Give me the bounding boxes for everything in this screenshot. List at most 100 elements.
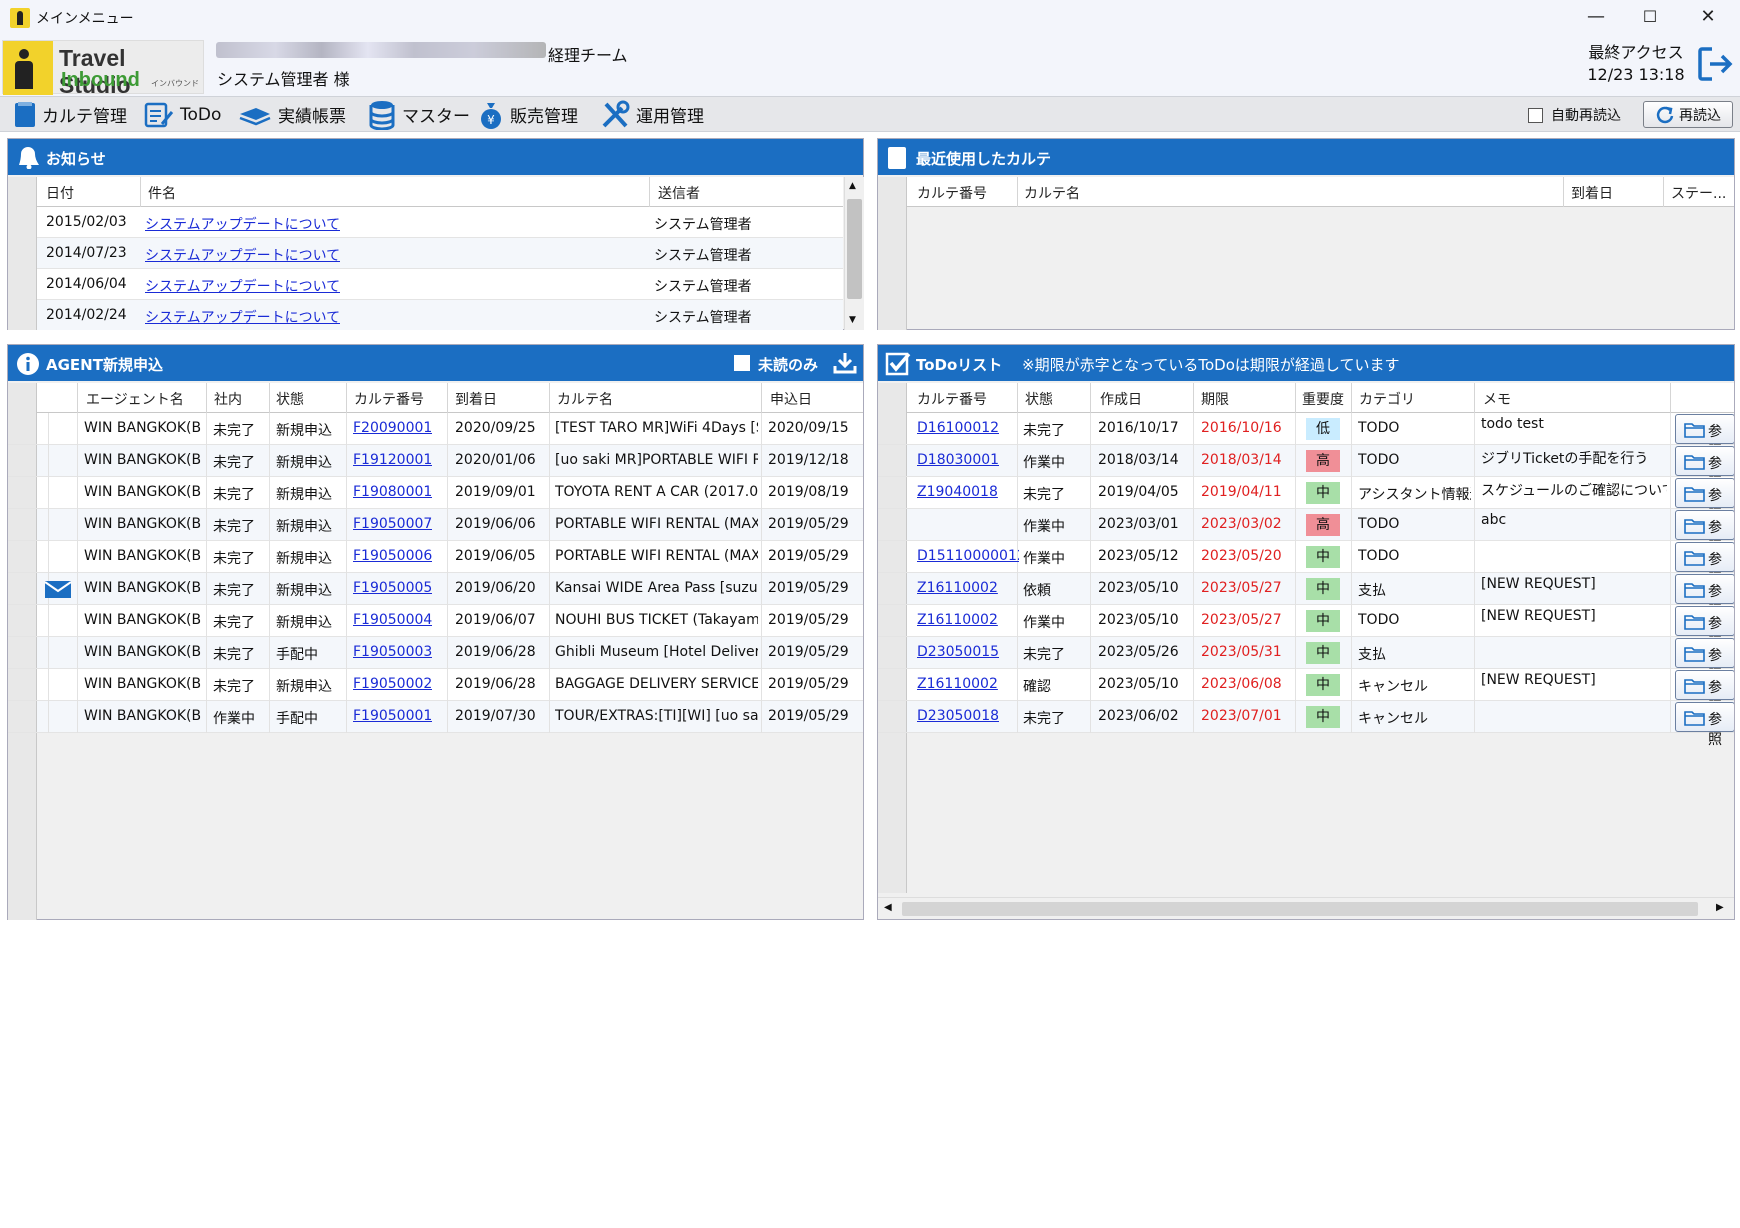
col-karte-name[interactable]: カルテ名 (557, 389, 613, 409)
row-header[interactable] (878, 413, 907, 444)
col-karte-no[interactable]: カルテ番号 (354, 389, 424, 409)
row-header[interactable] (878, 701, 907, 732)
todo-horizontal-scrollbar[interactable]: ◀ ▶ (878, 897, 1734, 919)
notice-row[interactable]: 2015/02/03 システムアップデートについて システム管理者 (8, 207, 843, 238)
row-header[interactable] (878, 637, 907, 668)
minimize-button[interactable]: — (1568, 0, 1624, 34)
reference-button[interactable]: 参照 (1675, 670, 1734, 716)
scroll-up-icon[interactable]: ▲ (849, 181, 856, 191)
auto-reload-box[interactable] (1528, 107, 1543, 123)
h-scroll-thumb[interactable] (902, 902, 1698, 916)
row-header[interactable] (8, 477, 37, 508)
karte-no-link[interactable]: F19080001 (353, 484, 432, 500)
todo-row[interactable]: D18030001 作業中 2018/03/14 2018/03/14 高 TODO ジブリ… (878, 445, 1734, 492)
reference-button[interactable]: 参照 (1675, 542, 1734, 588)
col-subject[interactable]: 件名 (148, 183, 176, 203)
reference-button[interactable]: 参照 (1675, 446, 1734, 492)
notice-row[interactable]: 2014/07/23 システムアップデートについて システム管理者 (8, 238, 843, 269)
col-karte-name[interactable]: カルテ名 (1024, 183, 1080, 203)
todo-karte-link[interactable]: D23050018 (917, 708, 999, 724)
todo-karte-link[interactable]: Z16110002 (917, 612, 998, 628)
col-priority[interactable]: 重要度 (1302, 389, 1344, 409)
col-due[interactable]: 期限 (1201, 389, 1229, 409)
reference-button[interactable]: 参照 (1675, 574, 1734, 620)
agent-row[interactable]: WIN BANGKOK(B 未完了 新規申込 F19050006 2019/06/05 P… (8, 541, 863, 573)
todo-karte-link[interactable]: Z16110002 (917, 676, 998, 692)
col-karte-no[interactable]: カルテ番号 (917, 183, 987, 203)
agent-row[interactable]: WIN BANGKOK(B 作業中 手配中 F19050001 2019/07/30 TO… (8, 701, 863, 733)
scroll-down-icon[interactable]: ▼ (849, 315, 856, 325)
notice-subject-link[interactable]: システムアップデートについて (145, 307, 340, 327)
row-header[interactable] (878, 573, 907, 604)
agent-row[interactable]: WIN BANGKOK(B 未完了 新規申込 F19050002 2019/06/28 B… (8, 669, 863, 701)
agent-row[interactable]: WIN BANGKOK(B 未完了 新規申込 F20090001 2020/09/25 [… (8, 413, 863, 445)
col-agent-name[interactable]: エージェント名 (86, 389, 184, 409)
row-header[interactable] (8, 541, 37, 572)
row-header[interactable] (878, 605, 907, 636)
agent-row[interactable]: WIN BANGKOK(B 未完了 新規申込 F19080001 2019/09/01 T… (8, 477, 863, 509)
agent-row[interactable]: WIN BANGKOK(B 未完了 新規申込 F19050004 2019/06/07 N… (8, 605, 863, 637)
todo-row[interactable]: D15110000012 作業中 2023/05/12 2023/05/20 中 TODO… (878, 541, 1734, 588)
agent-row[interactable]: WIN BANGKOK(B 未完了 新規申込 F19050005 2019/06/20 K… (8, 573, 863, 605)
row-header[interactable] (8, 269, 37, 300)
row-header[interactable] (8, 605, 37, 636)
reference-button[interactable]: 参照 (1675, 606, 1734, 652)
select-all-corner[interactable] (878, 383, 907, 413)
notice-scrollbar[interactable]: ▲ ▼ (844, 177, 864, 330)
row-header[interactable] (878, 669, 907, 700)
reference-button[interactable]: 参照 (1675, 638, 1734, 684)
karte-no-link[interactable]: F19050005 (353, 580, 432, 596)
reference-button[interactable]: 参照 (1675, 510, 1734, 556)
scroll-left-icon[interactable]: ◀ (884, 902, 892, 913)
karte-no-link[interactable]: F19120001 (353, 452, 432, 468)
karte-no-link[interactable]: F19050003 (353, 644, 432, 660)
col-memo[interactable]: メモ (1483, 389, 1511, 409)
row-header[interactable] (8, 509, 37, 540)
row-header[interactable] (878, 509, 907, 540)
close-button[interactable]: ✕ (1680, 0, 1736, 34)
col-applied[interactable]: 申込日 (770, 389, 812, 409)
menu-operations[interactable]: 運用管理 (600, 97, 704, 132)
menu-reports[interactable]: 実績帳票 (238, 97, 346, 132)
notice-subject-link[interactable]: システムアップデートについて (145, 214, 340, 234)
row-header[interactable] (8, 445, 37, 476)
col-category[interactable]: カテゴリ (1359, 389, 1415, 409)
karte-no-link[interactable]: F19050002 (353, 676, 432, 692)
todo-row[interactable]: D23050015 未完了 2023/05/26 2023/05/31 中 支払 参照 (878, 637, 1734, 684)
todo-row[interactable]: Z16110002 依頼 2023/05/10 2023/05/27 中 支払 [NEW R… (878, 573, 1734, 620)
col-created[interactable]: 作成日 (1100, 389, 1142, 409)
maximize-button[interactable]: ☐ (1622, 0, 1678, 34)
reference-button[interactable]: 参照 (1675, 478, 1734, 524)
scroll-right-icon[interactable]: ▶ (1716, 902, 1724, 913)
row-header[interactable] (8, 413, 37, 444)
reload-button[interactable]: 再読込 (1643, 101, 1733, 128)
todo-karte-link[interactable]: D16100012 (917, 420, 999, 436)
col-sender[interactable]: 送信者 (658, 183, 700, 203)
row-header[interactable] (8, 300, 37, 330)
row-header[interactable] (878, 445, 907, 476)
notice-row[interactable]: 2014/02/24 システムアップデートについて システム管理者 (8, 300, 843, 330)
unread-only-checkbox[interactable] (734, 355, 750, 371)
select-all-corner[interactable] (878, 177, 907, 207)
agent-row[interactable]: WIN BANGKOK(B 未完了 新規申込 F19120001 2020/01/06 [… (8, 445, 863, 477)
row-header[interactable] (8, 637, 37, 668)
row-header[interactable] (8, 238, 37, 269)
col-arrival[interactable]: 到着日 (455, 389, 497, 409)
todo-karte-link[interactable]: D15110000012 (917, 548, 1019, 564)
select-all-corner[interactable] (8, 383, 37, 413)
reference-button[interactable]: 参照 (1675, 702, 1734, 748)
scroll-thumb[interactable] (847, 199, 862, 299)
download-icon[interactable] (832, 350, 858, 376)
todo-row[interactable]: D23050018 未完了 2023/06/02 2023/07/01 中 キャンセル 参照 (878, 701, 1734, 748)
todo-row[interactable]: Z19040018 未完了 2019/04/05 2019/04/11 中 アシスタント情… (878, 477, 1734, 524)
col-status[interactable]: 状態 (1025, 389, 1053, 409)
reference-button[interactable]: 参照 (1675, 414, 1734, 460)
karte-no-link[interactable]: F19050004 (353, 612, 432, 628)
karte-no-link[interactable]: F19050006 (353, 548, 432, 564)
row-header[interactable] (878, 477, 907, 508)
agent-row[interactable]: WIN BANGKOK(B 未完了 手配中 F19050003 2019/06/28 Gh… (8, 637, 863, 669)
menu-todo[interactable]: ToDo (144, 97, 221, 132)
row-header[interactable] (8, 207, 37, 238)
todo-row[interactable]: 作業中 2023/03/01 2023/03/02 高 TODO abc 参照 (878, 509, 1734, 556)
col-state[interactable]: 状態 (276, 389, 304, 409)
